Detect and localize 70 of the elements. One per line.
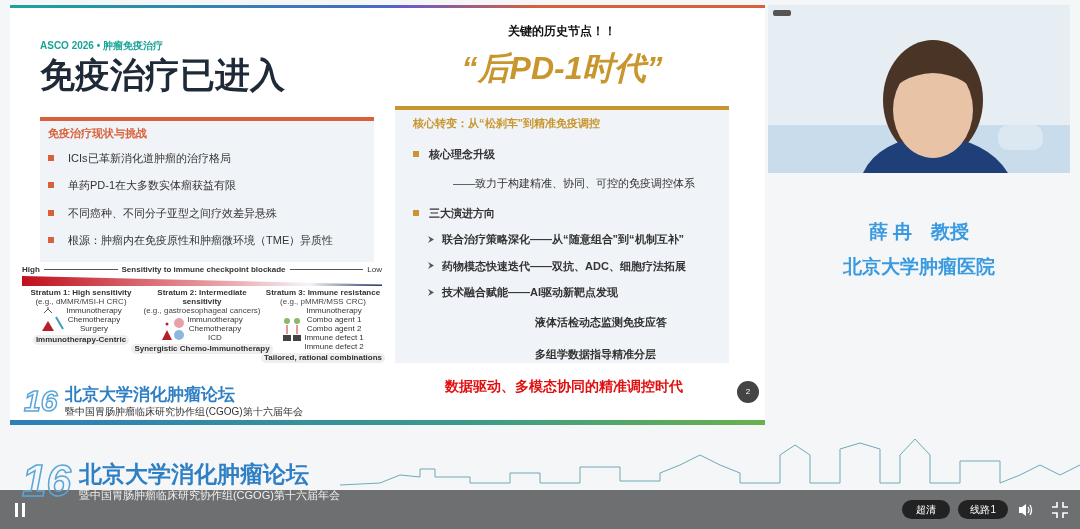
diagram-label: Immunotherapy bbox=[66, 306, 122, 315]
arrow-text: 药物模态快速迭代——双抗、ADC、细胞疗法拓展 bbox=[442, 258, 686, 274]
stratum-example: (e.g., dMMR/MSI-H CRC) bbox=[35, 297, 127, 306]
stratum-example: (e.g., pMMR/MSS CRC) bbox=[280, 297, 366, 306]
bullet-icon bbox=[413, 150, 419, 157]
approach-pill: Immunotherapy-Centric bbox=[32, 335, 130, 345]
fullscreen-icon bbox=[1052, 501, 1068, 518]
diagram-label: ICD bbox=[208, 333, 222, 342]
note-text: ——致力于构建精准、协同、可控的免疫调控体系 bbox=[452, 176, 696, 191]
pause-button[interactable] bbox=[12, 501, 28, 518]
diagram-label: Immune defect 1 bbox=[304, 333, 364, 342]
stratum-title: Stratum 3: Immune resistance bbox=[265, 288, 381, 297]
diagram-label: Chemotherapy bbox=[67, 315, 121, 324]
slide-highlight: “后PD-1时代” bbox=[461, 52, 663, 84]
stratum-title: Stratum 1: High sensitivity bbox=[30, 288, 132, 297]
bullet-icon bbox=[48, 182, 54, 189]
diagram-label: Immunotherapy bbox=[306, 306, 362, 315]
sub-text: 多组学数据指导精准分层 bbox=[534, 347, 657, 362]
bullet-text: ICIs已革新消化道肿瘤的治疗格局 bbox=[68, 150, 231, 166]
diagram-label: Combo agent 2 bbox=[306, 324, 362, 333]
logo-title: 北京大学消化肿瘤论坛 bbox=[65, 384, 237, 406]
fullscreen-button[interactable] bbox=[1052, 501, 1068, 518]
volume-button[interactable] bbox=[1018, 502, 1034, 517]
axis-label: Low bbox=[367, 265, 382, 274]
arrow-icon bbox=[428, 235, 434, 243]
stratum-title: Stratum 2: Intermediate sensitivity bbox=[156, 288, 248, 306]
logo-title: 北京大学消化肿瘤论坛 bbox=[78, 459, 310, 489]
axis-label: High bbox=[22, 265, 40, 274]
bullet-text: 不同癌种、不同分子亚型之间疗效差异悬殊 bbox=[68, 205, 277, 221]
volume-icon bbox=[1018, 502, 1034, 517]
therapy-icon bbox=[161, 315, 186, 342]
bullet-icon bbox=[48, 154, 54, 161]
bullet-text: 核心理念升级 bbox=[429, 146, 495, 162]
diagram-label: Combo agent 1 bbox=[306, 315, 362, 324]
diagram-label: Chemotherapy bbox=[188, 324, 242, 333]
slide-title: 免疫治疗已进入 bbox=[40, 57, 286, 92]
pause-icon bbox=[14, 502, 26, 517]
diagram-label: Immunotherapy bbox=[187, 315, 243, 324]
arrow-text: 技术融合赋能——AI驱动新靶点发现 bbox=[442, 285, 618, 300]
logo-subtitle: 暨中国胃肠肿瘤临床研究协作组(CGOG)第十六届年会 bbox=[78, 488, 340, 503]
logo-number: 16 bbox=[24, 386, 58, 417]
axis-label: Sensitivity to immune checkpoint blockade bbox=[121, 265, 286, 274]
slide-subtitle: 关键的历史节点！！ bbox=[508, 23, 616, 40]
quality-button[interactable]: 超清 bbox=[902, 500, 951, 519]
bullet-text: 单药PD-1在大多数实体瘤获益有限 bbox=[68, 178, 237, 193]
therapy-icon bbox=[282, 315, 303, 342]
diagram-label: Immune defect 2 bbox=[304, 342, 364, 351]
sub-text: 液体活检动态监测免疫应答 bbox=[534, 314, 668, 330]
conclusion-text: 数据驱动、多模态协同的精准调控时代 bbox=[445, 376, 683, 396]
stratum-example: (e.g., gastroesophageal cancers) bbox=[143, 306, 261, 315]
arrow-text: 联合治疗策略深化——从“随意组合”到“机制互补” bbox=[442, 232, 684, 247]
speaker-name: 薛 冉 教授 bbox=[868, 220, 970, 244]
logo-subtitle: 暨中国胃肠肿瘤临床研究协作组(CGOG)第十六届年会 bbox=[65, 405, 303, 418]
arrow-icon bbox=[428, 288, 434, 296]
bullet-text: 根源：肿瘤内在免疫原性和肿瘤微环境（TME）异质性 bbox=[68, 233, 334, 248]
card-heading: 免疫治疗现状与挑战 bbox=[48, 126, 148, 141]
diagram-label: Surgery bbox=[80, 324, 108, 333]
approach-pill: Tailored, rational combinations bbox=[260, 353, 386, 363]
slide-tag: ASCO 2026 • 肿瘤免疫治疗 bbox=[40, 38, 374, 53]
arrow-icon bbox=[428, 262, 434, 270]
line-button[interactable]: 线路1 bbox=[958, 500, 1008, 519]
approach-pill: Synergistic Chemo-Immunotherapy bbox=[131, 344, 273, 354]
bullet-icon bbox=[413, 209, 419, 216]
bullet-text: 三大演进方向 bbox=[429, 205, 495, 221]
page-number: 2 bbox=[737, 381, 759, 403]
card-heading: 核心转变：从“松刹车”到精准免疫调控 bbox=[413, 116, 601, 131]
bullet-icon bbox=[48, 237, 54, 244]
bullet-icon bbox=[48, 209, 54, 216]
speaker-affiliation: 北京大学肿瘤医院 bbox=[843, 254, 995, 279]
therapy-icon bbox=[40, 306, 65, 333]
